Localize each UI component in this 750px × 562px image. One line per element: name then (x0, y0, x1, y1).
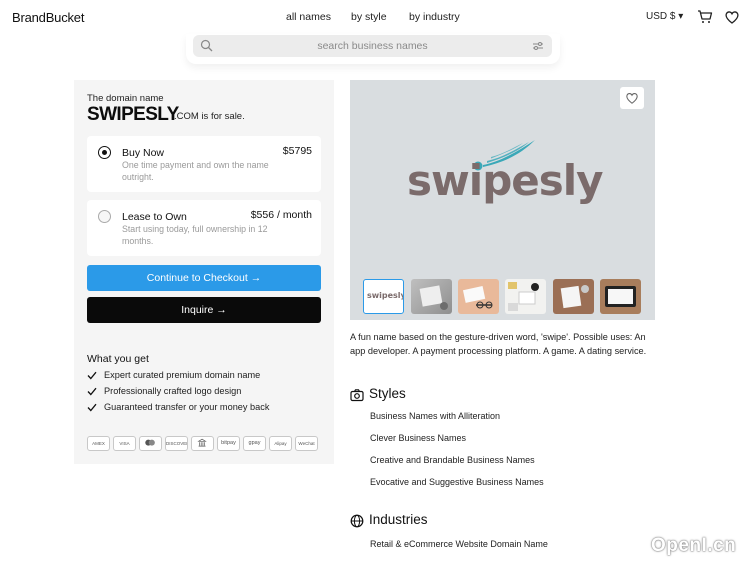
name-description: A fun name based on the gesture-driven w… (350, 332, 647, 356)
domain-label: The domain name (87, 93, 164, 104)
option-price: $5795 (282, 145, 312, 157)
bank-icon (197, 438, 207, 447)
domain-name: SWIPESLY (87, 104, 179, 125)
thumbnail-logo[interactable]: swipesly (363, 279, 404, 314)
nav-by-style[interactable]: by style (351, 11, 387, 23)
search-icon (200, 39, 213, 52)
mockup-desk-image (508, 282, 539, 311)
benefit-text: Guaranteed transfer or your money back (104, 402, 270, 412)
camera-icon (350, 389, 364, 402)
checkmark-icon (87, 371, 97, 380)
checkmark-icon (87, 403, 97, 412)
style-link[interactable]: Clever Business Names (370, 433, 466, 443)
checkmark-icon (87, 387, 97, 396)
thumbnail-wordmark: swipesly (367, 291, 404, 300)
buy-now-option[interactable]: Buy Now $5795 One time payment and own t… (87, 136, 321, 192)
option-description: One time payment and own the name outrig… (122, 160, 269, 182)
discover-payment-icon: DISCOVER (165, 436, 188, 451)
site-header: BrandBucket all names by style by indust… (0, 0, 750, 36)
filter-sliders-icon[interactable] (532, 40, 544, 52)
swipesly-brand-logo: swipesly (407, 138, 604, 210)
inquire-button[interactable]: Inquire → (87, 297, 321, 323)
logo-wordmark: swipesly (407, 156, 604, 205)
style-link[interactable]: Evocative and Suggestive Business Names (370, 477, 544, 487)
option-title: Buy Now (122, 147, 165, 159)
gpay-payment-icon: gpay (243, 436, 266, 451)
nav-by-industry[interactable]: by industry (409, 11, 460, 23)
thumbnail-mockup-5[interactable] (553, 279, 594, 314)
visa-payment-icon: VISA (113, 436, 136, 451)
watermark: OpenI.cn (651, 535, 737, 556)
domain-tld-text: .COM is for sale. (174, 111, 245, 122)
mockup-card-image (462, 286, 493, 309)
alipay-payment-icon: Alipay (269, 436, 292, 451)
styles-title-text: Styles (369, 386, 406, 401)
logo-preview-image: swipesly swipesly (350, 80, 655, 320)
mockup-office-image (419, 285, 448, 310)
favorites-heart-icon[interactable] (724, 9, 740, 25)
benefit-text: Professionally crafted logo design (104, 386, 242, 396)
globe-icon (350, 514, 364, 528)
favorite-button[interactable] (620, 87, 644, 109)
continue-to-checkout-button[interactable]: Continue to Checkout → (87, 265, 321, 291)
thumbnail-mockup-4[interactable] (505, 279, 546, 314)
search-container (186, 34, 560, 64)
brandbucket-logo[interactable]: BrandBucket (12, 10, 84, 25)
lease-to-own-option[interactable]: Lease to Own $556 / month Start using to… (87, 200, 321, 256)
amex-payment-icon: AMEX (87, 436, 110, 451)
mockup-tablet-image (605, 286, 636, 307)
search-input[interactable] (193, 35, 552, 57)
option-title: Lease to Own (122, 211, 187, 223)
heart-icon (626, 93, 638, 104)
benefit-text: Expert curated premium domain name (104, 370, 261, 380)
buy-now-radio[interactable] (98, 146, 111, 159)
mockup-paper-image (560, 285, 589, 309)
purchase-panel: The domain name SWIPESLY .COM is for sal… (74, 80, 334, 464)
mastercard-payment-icon (139, 436, 162, 451)
lease-radio[interactable] (98, 210, 111, 223)
thumbnail-mockup-6[interactable] (600, 279, 641, 314)
cart-icon[interactable] (697, 9, 713, 25)
search-bar (193, 35, 552, 57)
mastercard-circles-icon (145, 439, 155, 446)
style-link[interactable]: Creative and Brandable Business Names (370, 455, 535, 465)
bitpay-payment-icon: bitpay (217, 436, 240, 451)
option-description: Start using today, full ownership in 12 … (122, 224, 268, 246)
thumbnail-mockup-2[interactable] (411, 279, 452, 314)
thumbnail-mockup-3[interactable] (458, 279, 499, 314)
what-you-get-title: What you get (87, 353, 149, 365)
wechat-payment-icon: WeChat (295, 436, 318, 451)
industries-title-text: Industries (369, 512, 428, 527)
option-price: $556 / month (250, 209, 312, 221)
style-link[interactable]: Business Names with Alliteration (370, 411, 500, 421)
bank-transfer-icon (191, 436, 214, 451)
currency-selector[interactable]: USD $ ▾ (646, 11, 683, 22)
industry-link[interactable]: Retail & eCommerce Website Domain Name (370, 539, 548, 549)
nav-all-names[interactable]: all names (286, 11, 331, 23)
